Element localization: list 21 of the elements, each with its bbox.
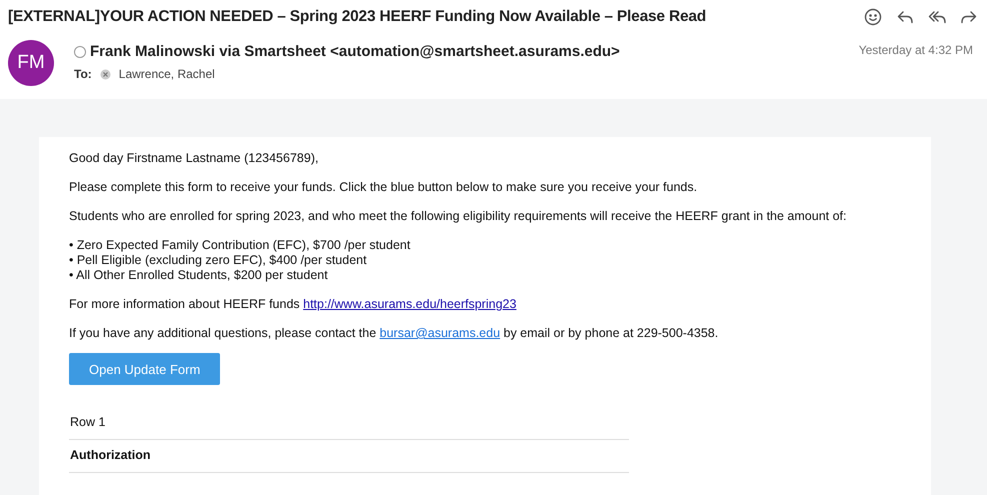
- sender-name: Frank Malinowski via Smartsheet <automation@smartsheet.asurams.edu>: [90, 43, 620, 60]
- recipient-name[interactable]: Lawrence, Rachel: [118, 67, 215, 81]
- emoji-icon[interactable]: [863, 7, 883, 27]
- paragraph-text: Please complete this form to receive your funds. Click the blue button below to make sure you receive your funds.: [69, 180, 698, 194]
- sent-time: Yesterday at 4:32 PM: [858, 42, 973, 59]
- info-link[interactable]: http://www.asurams.edu/heerfspring23: [303, 297, 516, 311]
- bullet-item: • Zero Expected Family Contribution (EFC), $700 /per student: [69, 238, 412, 252]
- row-label: Row 1: [70, 415, 106, 429]
- status-ring-icon: [74, 46, 86, 58]
- bullet-item: • Pell Eligible (excluding zero EFC), $400 /per student: [69, 253, 368, 267]
- to-label: To:: [74, 67, 92, 81]
- email-link[interactable]: bursar@asurams.edu: [380, 326, 500, 340]
- bullet-item: • All Other Enrolled Students, $200 per student: [69, 268, 329, 282]
- remove-recipient-icon[interactable]: [100, 68, 111, 80]
- paragraph-text: Students who are enrolled for spring 2023, and who meet the following eligibility requirements will receive the HEERF grant in the amount of:: [69, 209, 848, 223]
- email-subject: [EXTERNAL]YOUR ACTION NEEDED – Spring 2023 HEERF Funding Now Available – Please Read: [8, 8, 706, 26]
- row-label: Authorization: [70, 448, 151, 462]
- greeting-text: Good day Firstname Lastname (123456789),: [69, 151, 320, 165]
- contact-paragraph: If you have any additional questions, please contact the bursar@asurams.edu by email or by phone at 229-500-4358.: [69, 326, 720, 340]
- info-paragraph: For more information about HEERF funds http://www.asurams.edu/heerfspring23: [69, 297, 518, 311]
- sender-avatar: FM: [8, 40, 54, 86]
